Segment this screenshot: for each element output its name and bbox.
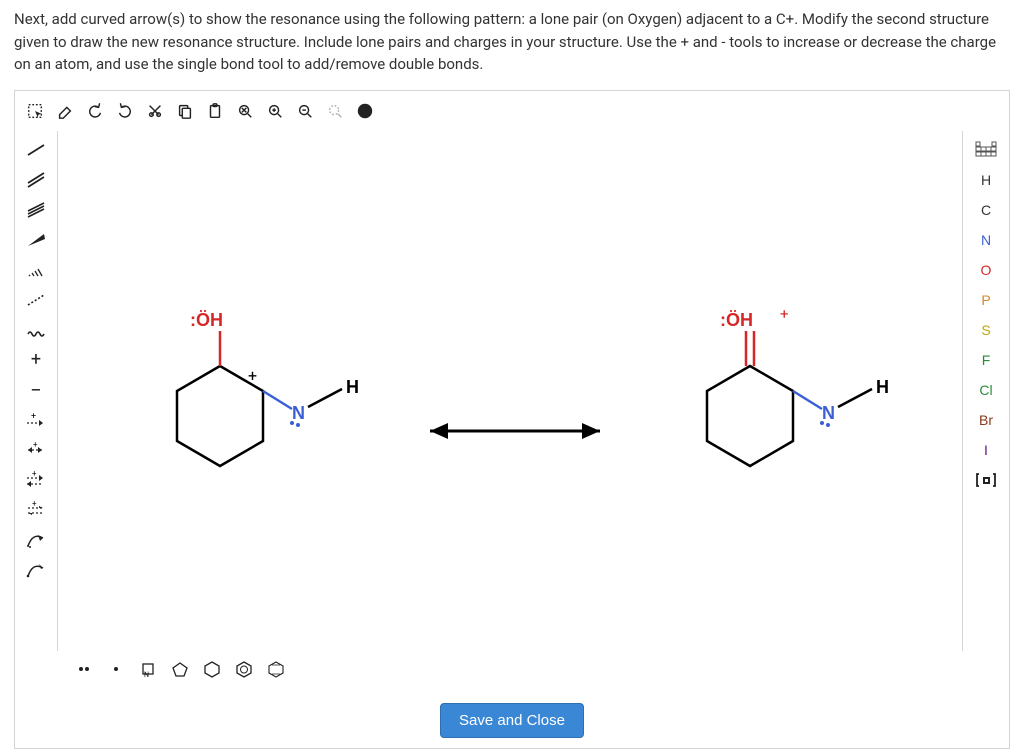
svg-text:+: + — [33, 440, 38, 449]
left-OH-label: :ÖH — [190, 310, 223, 330]
wedge-bond[interactable] — [17, 225, 55, 255]
bottom-toolbar: N — [15, 651, 1009, 689]
element-C[interactable]: C — [967, 195, 1005, 225]
resonance-arrow — [430, 423, 600, 439]
svg-text:+: + — [31, 412, 36, 422]
single-bond[interactable] — [17, 135, 55, 165]
editor-frame: ? + − + + + + — [14, 90, 1010, 749]
left-H-label: H — [346, 377, 359, 397]
right-N-label: N — [822, 403, 835, 423]
svg-text:?: ? — [363, 106, 368, 117]
help-icon[interactable]: ? — [351, 97, 379, 125]
lone-pair-icon[interactable] — [71, 657, 97, 681]
left-toolbar: + − + + + + — [15, 131, 57, 651]
mapping-equil[interactable]: + — [17, 495, 55, 525]
drawing-canvas[interactable]: :ÖH + N H : — [57, 131, 963, 651]
svg-text:N: N — [144, 671, 149, 678]
charge-plus[interactable]: + — [17, 345, 55, 375]
zoom-in-icon[interactable] — [261, 97, 289, 125]
zoom-out-icon[interactable] — [291, 97, 319, 125]
zoom-fit-icon[interactable] — [231, 97, 259, 125]
wavy-bond[interactable] — [17, 315, 55, 345]
right-H-label: H — [876, 377, 889, 397]
triple-bond[interactable] — [17, 195, 55, 225]
undo-icon[interactable] — [81, 97, 109, 125]
charge-minus[interactable]: − — [17, 375, 55, 405]
custom-label-icon[interactable] — [967, 465, 1005, 495]
save-and-close-button[interactable]: Save and Close — [440, 703, 584, 738]
molecule-left: :ÖH + N H — [177, 310, 359, 466]
curved-arrow-half[interactable] — [17, 555, 55, 585]
eraser-icon[interactable] — [51, 97, 79, 125]
element-Br[interactable]: Br — [967, 405, 1005, 435]
benzene-icon[interactable] — [231, 657, 257, 681]
right-OH-label: :ÖH — [720, 310, 753, 330]
double-bond[interactable] — [17, 165, 55, 195]
pentagon-icon[interactable] — [167, 657, 193, 681]
element-O[interactable]: O — [967, 255, 1005, 285]
svg-text:+: + — [32, 500, 37, 508]
paste-icon[interactable] — [201, 97, 229, 125]
element-N[interactable]: N — [967, 225, 1005, 255]
curved-arrow-full[interactable] — [17, 525, 55, 555]
selection-tool[interactable] — [21, 97, 49, 125]
mapping-plus[interactable]: + — [17, 405, 55, 435]
left-N-label: N — [292, 403, 305, 423]
radical-icon[interactable] — [103, 657, 129, 681]
instructions-text: Next, add curved arrow(s) to show the re… — [14, 8, 1010, 76]
redo-icon[interactable] — [111, 97, 139, 125]
right-toolbar: H C N O P S F Cl Br I — [963, 131, 1009, 651]
n-square-icon[interactable]: N — [135, 657, 161, 681]
element-S[interactable]: S — [967, 315, 1005, 345]
top-toolbar: ? — [15, 91, 1009, 131]
element-Cl[interactable]: Cl — [967, 375, 1005, 405]
zoom-selection-icon[interactable] — [321, 97, 349, 125]
element-F[interactable]: F — [967, 345, 1005, 375]
hash-bond[interactable] — [17, 255, 55, 285]
mapping-plus2[interactable]: + — [17, 465, 55, 495]
element-H[interactable]: H — [967, 165, 1005, 195]
copy-icon[interactable] — [171, 97, 199, 125]
dashed-bond[interactable] — [17, 285, 55, 315]
left-plus: + — [248, 366, 257, 385]
right-charge: + — [780, 305, 789, 323]
element-P[interactable]: P — [967, 285, 1005, 315]
periodic-table-icon[interactable] — [967, 135, 1005, 165]
molecule-right: :ÖH + N H — [707, 305, 889, 466]
cut-icon[interactable] — [141, 97, 169, 125]
svg-text:+: + — [32, 470, 37, 478]
element-I[interactable]: I — [967, 435, 1005, 465]
mapping-swap[interactable]: + — [17, 435, 55, 465]
cube-icon[interactable] — [263, 657, 289, 681]
hexagon-icon[interactable] — [199, 657, 225, 681]
